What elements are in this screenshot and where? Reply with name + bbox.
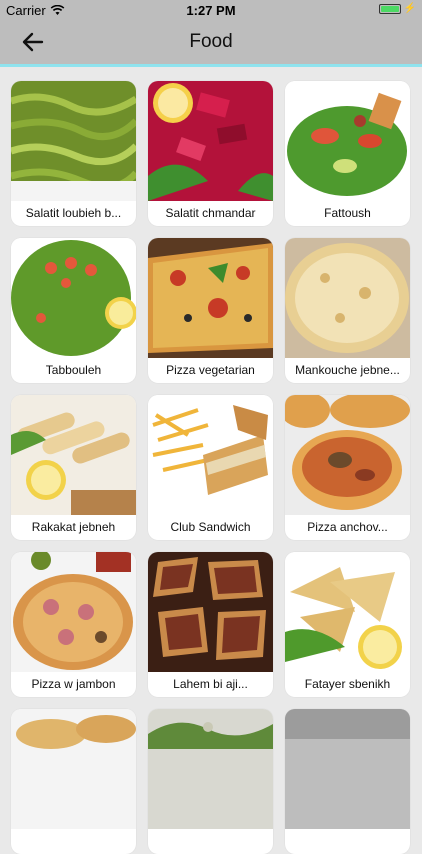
food-image-green-beans bbox=[11, 81, 136, 201]
food-label: Tabbouleh bbox=[45, 363, 102, 377]
battery-icon bbox=[378, 3, 401, 14]
food-label: Fattoush bbox=[324, 206, 371, 220]
food-label: Rakakat jebneh bbox=[31, 520, 116, 534]
food-label bbox=[11, 829, 136, 854]
food-card[interactable]: Fattoush bbox=[285, 81, 410, 226]
arrow-left-icon[interactable] bbox=[20, 29, 46, 55]
food-label: Pizza w jambon bbox=[31, 677, 116, 691]
food-image-tabbouleh bbox=[11, 238, 136, 358]
food-image-herbs bbox=[148, 709, 273, 829]
food-image-mankouche bbox=[285, 238, 410, 358]
food-label bbox=[148, 829, 273, 854]
food-label: Club Sandwich bbox=[170, 520, 251, 534]
food-image-pizza-anchovy bbox=[285, 395, 410, 515]
food-card[interactable]: Rakakat jebneh bbox=[11, 395, 136, 540]
food-grid: Salatit loubieh b... Salatit chmandar Fa… bbox=[11, 81, 411, 854]
food-card[interactable] bbox=[285, 709, 410, 854]
food-image-pizza-jambon bbox=[11, 552, 136, 672]
status-time: 1:27 PM bbox=[186, 3, 236, 18]
food-image-fatayer bbox=[285, 552, 410, 672]
food-label: Salatit loubieh b... bbox=[25, 206, 122, 220]
food-card[interactable]: Tabbouleh bbox=[11, 238, 136, 383]
food-card[interactable]: Fatayer sbenikh bbox=[285, 552, 410, 697]
food-card[interactable]: Lahem bi aji... bbox=[148, 552, 273, 697]
navigation-bar: Food bbox=[0, 20, 422, 67]
food-card[interactable]: Salatit chmandar bbox=[148, 81, 273, 226]
food-label: Pizza anchov... bbox=[307, 520, 388, 534]
status-bar: Carrier 1:27 PM ⚡ bbox=[0, 0, 422, 20]
food-label: Fatayer sbenikh bbox=[304, 677, 391, 691]
food-label: Salatit chmandar bbox=[165, 206, 256, 220]
food-card[interactable]: Pizza anchov... bbox=[285, 395, 410, 540]
page-title: Food bbox=[189, 31, 233, 52]
food-label: Lahem bi aji... bbox=[173, 677, 248, 691]
battery-fill bbox=[380, 5, 399, 12]
food-image-pizza-vegetarian bbox=[148, 238, 273, 358]
food-image-rakakat bbox=[11, 395, 136, 515]
food-card[interactable]: Mankouche jebne... bbox=[285, 238, 410, 383]
food-image-beetroot bbox=[148, 81, 273, 201]
food-label: Mankouche jebne... bbox=[295, 363, 400, 377]
food-label bbox=[285, 829, 410, 854]
food-card[interactable] bbox=[11, 709, 136, 854]
status-right: ⚡ bbox=[378, 3, 416, 14]
food-image-lahem-bi-ajine bbox=[148, 552, 273, 672]
food-card[interactable]: Pizza vegetarian bbox=[148, 238, 273, 383]
food-card[interactable] bbox=[148, 709, 273, 854]
food-image-pastry bbox=[11, 709, 136, 829]
food-card[interactable]: Salatit loubieh b... bbox=[11, 81, 136, 226]
charging-icon: ⚡ bbox=[403, 3, 416, 14]
food-image-fattoush bbox=[285, 81, 410, 201]
food-card[interactable]: Pizza w jambon bbox=[11, 552, 136, 697]
food-image-dish bbox=[285, 709, 410, 829]
food-label: Pizza vegetarian bbox=[166, 363, 255, 377]
food-card[interactable]: Club Sandwich bbox=[148, 395, 273, 540]
food-image-club-sandwich bbox=[148, 395, 273, 515]
